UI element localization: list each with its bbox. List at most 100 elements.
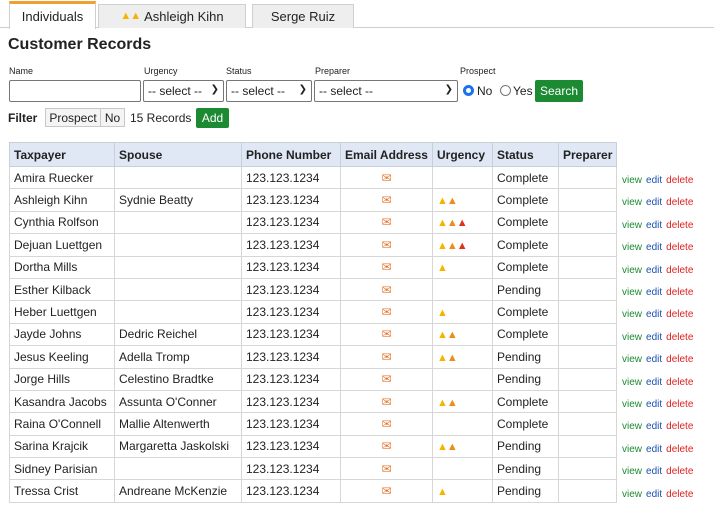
edit-link[interactable]: edit (646, 399, 662, 410)
phone-cell: 123.123.1234 (241, 389, 341, 414)
envelope-icon[interactable]: ✉ (381, 372, 391, 386)
taxpayer-cell: Esther Kilback (9, 277, 115, 302)
delete-link[interactable]: delete (666, 309, 693, 320)
add-button[interactable]: Add (196, 108, 229, 128)
edit-link[interactable]: edit (646, 265, 662, 276)
envelope-icon[interactable]: ✉ (381, 439, 391, 453)
envelope-icon[interactable]: ✉ (381, 305, 391, 319)
view-link[interactable]: view (622, 444, 642, 455)
view-link[interactable]: view (622, 421, 642, 432)
edit-link[interactable]: edit (646, 444, 662, 455)
envelope-icon[interactable]: ✉ (381, 215, 391, 229)
view-link[interactable]: view (622, 287, 642, 298)
delete-link[interactable]: delete (666, 265, 693, 276)
email-cell: ✉ (340, 255, 433, 279)
envelope-icon[interactable]: ✉ (381, 350, 391, 364)
delete-link[interactable]: delete (666, 242, 693, 253)
envelope-icon[interactable]: ✉ (381, 193, 391, 207)
edit-link[interactable]: edit (646, 287, 662, 298)
chevron-down-icon: ❯ (444, 84, 453, 95)
edit-link[interactable]: edit (646, 354, 662, 365)
view-link[interactable]: view (622, 220, 642, 231)
edit-link[interactable]: edit (646, 175, 662, 186)
col-phone[interactable]: Phone Number (241, 142, 341, 167)
row-actions: view edit delete (622, 489, 697, 500)
preparer-cell (557, 322, 618, 347)
delete-link[interactable]: delete (666, 489, 693, 500)
tab-serge-ruiz[interactable]: Serge Ruiz (252, 4, 354, 28)
tab-individuals[interactable]: Individuals (9, 1, 96, 29)
preparer-cell (557, 277, 618, 302)
envelope-icon[interactable]: ✉ (381, 238, 391, 252)
edit-link[interactable]: edit (646, 220, 662, 231)
prospect-no-radio[interactable] (463, 85, 474, 96)
record-count: 15 Records (130, 111, 192, 125)
urgency-label: Urgency (144, 66, 178, 76)
col-urgency[interactable]: Urgency (432, 142, 493, 167)
view-link[interactable]: view (622, 332, 642, 343)
envelope-icon[interactable]: ✉ (381, 171, 391, 185)
row-actions: view edit delete (622, 444, 697, 455)
urgency-select[interactable]: -- select -- ❯ (143, 80, 224, 102)
col-taxpayer[interactable]: Taxpayer (9, 142, 115, 167)
envelope-icon[interactable]: ✉ (381, 462, 391, 476)
edit-link[interactable]: edit (646, 197, 662, 208)
tab-ashleigh-kihn[interactable]: ▲▲ Ashleigh Kihn (98, 4, 246, 28)
prospect-yes-radio[interactable] (500, 85, 511, 96)
status-select[interactable]: -- select -- ❯ (226, 80, 312, 102)
name-input[interactable] (9, 80, 141, 102)
filter-no-button[interactable]: No (100, 108, 125, 127)
delete-link[interactable]: delete (666, 332, 693, 343)
delete-link[interactable]: delete (666, 377, 693, 388)
edit-link[interactable]: edit (646, 332, 662, 343)
col-preparer[interactable]: Preparer (557, 142, 618, 167)
taxpayer-cell: Amira Ruecker (9, 165, 115, 190)
view-link[interactable]: view (622, 466, 642, 477)
flame-icon: ▲ (437, 217, 448, 230)
edit-link[interactable]: edit (646, 309, 662, 320)
delete-link[interactable]: delete (666, 444, 693, 455)
col-status[interactable]: Status (492, 142, 559, 167)
envelope-icon[interactable]: ✉ (381, 395, 391, 409)
delete-link[interactable]: delete (666, 399, 693, 410)
envelope-icon[interactable]: ✉ (381, 260, 391, 274)
row-actions: view edit delete (622, 354, 697, 365)
edit-link[interactable]: edit (646, 421, 662, 432)
view-link[interactable]: view (622, 377, 642, 388)
delete-link[interactable]: delete (666, 421, 693, 432)
delete-link[interactable]: delete (666, 175, 693, 186)
view-link[interactable]: view (622, 399, 642, 410)
view-link[interactable]: view (622, 197, 642, 208)
edit-link[interactable]: edit (646, 242, 662, 253)
view-link[interactable]: view (622, 309, 642, 320)
view-link[interactable]: view (622, 175, 642, 186)
edit-link[interactable]: edit (646, 466, 662, 477)
delete-link[interactable]: delete (666, 197, 693, 208)
flame-icon: ▲ (446, 239, 458, 252)
phone-cell: 123.123.1234 (241, 255, 341, 279)
delete-link[interactable]: delete (666, 466, 693, 477)
taxpayer-cell: Heber Luettgen (9, 300, 115, 324)
edit-link[interactable]: edit (646, 489, 662, 500)
preparer-select[interactable]: -- select -- ❯ (314, 80, 458, 102)
col-spouse[interactable]: Spouse (114, 142, 242, 167)
spouse-cell: Celestino Bradtke (114, 367, 242, 391)
edit-link[interactable]: edit (646, 377, 662, 388)
urgency-cell: ▲▲ (432, 322, 493, 347)
col-email[interactable]: Email Address (340, 142, 433, 167)
view-link[interactable]: view (622, 489, 642, 500)
phone-cell: 123.123.1234 (241, 165, 341, 190)
view-link[interactable]: view (622, 354, 642, 365)
envelope-icon[interactable]: ✉ (381, 283, 391, 297)
envelope-icon[interactable]: ✉ (381, 327, 391, 341)
envelope-icon[interactable]: ✉ (381, 417, 391, 431)
delete-link[interactable]: delete (666, 354, 693, 365)
view-link[interactable]: view (622, 242, 642, 253)
delete-link[interactable]: delete (666, 287, 693, 298)
envelope-icon[interactable]: ✉ (381, 484, 391, 498)
search-button[interactable]: Search (535, 80, 583, 102)
taxpayer-cell: Jayde Johns (9, 322, 115, 347)
delete-link[interactable]: delete (666, 220, 693, 231)
filter-prospect-button[interactable]: Prospect (45, 108, 101, 127)
view-link[interactable]: view (622, 265, 642, 276)
